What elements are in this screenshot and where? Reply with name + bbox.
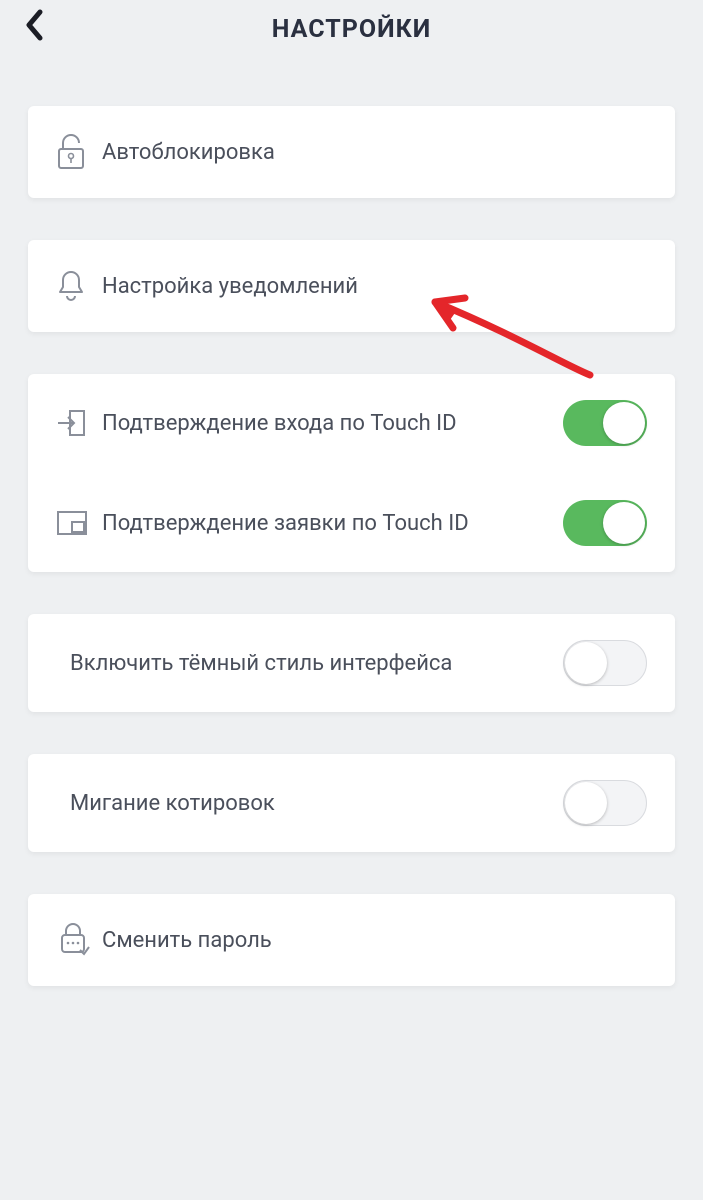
toggle-touchid-login[interactable] [563, 400, 647, 446]
row-notifications[interactable]: Настройка уведомлений [28, 240, 675, 332]
card-blink-quotes: Мигание котировок [28, 754, 675, 852]
row-autolock[interactable]: Автоблокировка [28, 106, 675, 198]
row-blink-quotes: Мигание котировок [28, 754, 675, 852]
login-arrow-icon [56, 407, 102, 439]
row-dark-mode: Включить тёмный стиль интерфейса [28, 614, 675, 712]
page-title: НАСТРОЙКИ [20, 10, 683, 44]
row-touchid-login-label: Подтверждение входа по Touch ID [102, 411, 563, 436]
lock-reset-icon [56, 922, 102, 958]
card-notifications: Настройка уведомлений [28, 240, 675, 332]
toggle-touchid-request[interactable] [563, 500, 647, 546]
toggle-dark-mode[interactable] [563, 640, 647, 686]
row-blink-quotes-label: Мигание котировок [56, 791, 563, 816]
document-icon [56, 510, 102, 536]
row-touchid-login: Подтверждение входа по Touch ID [28, 374, 675, 472]
toggle-blink-quotes[interactable] [563, 780, 647, 826]
card-autolock: Автоблокировка [28, 106, 675, 198]
card-dark-mode: Включить тёмный стиль интерфейса [28, 614, 675, 712]
row-touchid-request-label: Подтверждение заявки по Touch ID [102, 511, 563, 536]
row-autolock-label: Автоблокировка [102, 140, 647, 165]
bell-icon [56, 268, 102, 304]
lock-open-icon [56, 134, 102, 170]
row-dark-mode-label: Включить тёмный стиль интерфейса [56, 651, 563, 676]
card-change-password: Сменить пароль [28, 894, 675, 986]
row-change-password[interactable]: Сменить пароль [28, 894, 675, 986]
row-touchid-request: Подтверждение заявки по Touch ID [28, 472, 675, 572]
row-notifications-label: Настройка уведомлений [102, 274, 647, 299]
chevron-left-icon [25, 9, 45, 41]
settings-list: Автоблокировка Настройка уведомлений [0, 106, 703, 986]
row-change-password-label: Сменить пароль [102, 928, 647, 953]
back-button[interactable] [15, 5, 55, 45]
card-touch-id: Подтверждение входа по Touch ID Подтверж… [28, 374, 675, 572]
header: НАСТРОЙКИ [0, 0, 703, 74]
